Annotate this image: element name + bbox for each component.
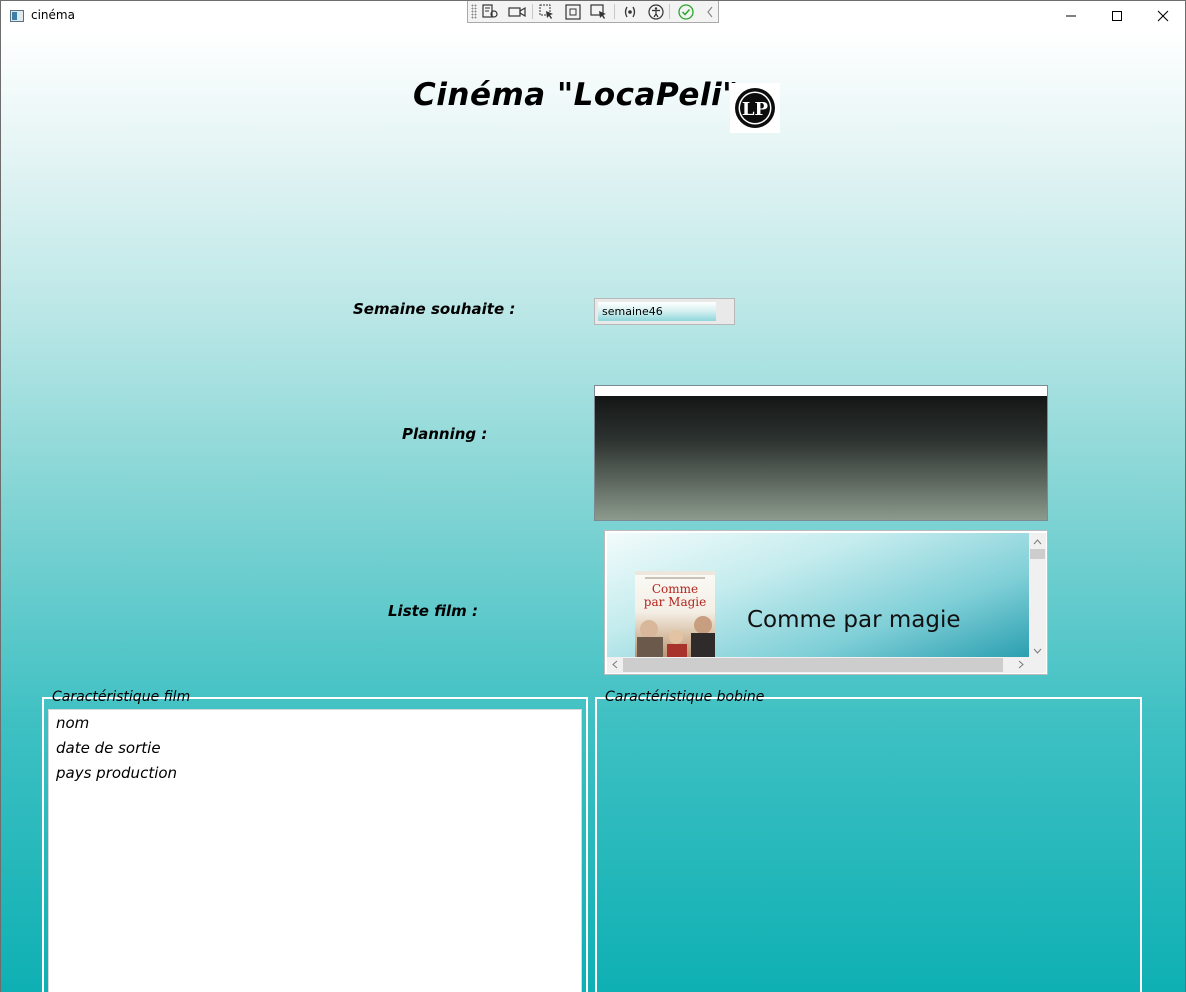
list-item: date de sortie (56, 739, 161, 757)
film-characteristics-legend: Caractéristique film (52, 689, 191, 705)
vertical-scroll-thumb[interactable] (1030, 549, 1045, 559)
live-visual-tree-icon[interactable] (481, 3, 499, 20)
xaml-debug-toolbar (467, 1, 719, 23)
check-icon[interactable] (677, 3, 695, 20)
film-name: Comme par magie (747, 607, 961, 633)
horizontal-scrollbar[interactable] (607, 657, 1029, 673)
planning-content (595, 396, 1047, 520)
week-combobox[interactable]: semaine46 (594, 298, 735, 325)
scroll-up-icon[interactable] (1033, 536, 1042, 547)
maximize-button[interactable] (1094, 1, 1140, 31)
film-poster: Comme par Magie (635, 571, 715, 657)
film-characteristics-group: Caractéristique film nom date de sortie … (42, 689, 588, 992)
page-title: Cinéma "LocaPeli" (413, 77, 739, 113)
poster-title-line2: par Magie (643, 595, 707, 609)
list-item: pays production (56, 764, 178, 782)
horizontal-scroll-thumb[interactable] (623, 658, 1003, 672)
scroll-down-icon[interactable] (1033, 645, 1042, 656)
week-selected-value[interactable]: semaine46 (598, 302, 716, 321)
collapse-chevron-icon[interactable] (701, 3, 719, 20)
binding-failures-icon[interactable] (621, 3, 639, 20)
film-list-label: Liste film : (388, 602, 478, 620)
list-item[interactable]: Comme par Magie Comme par magie (607, 533, 1029, 657)
logo-text: LP (742, 99, 769, 120)
poster-title-line1: Comme (651, 582, 699, 596)
client-area: Cinéma "LocaPeli" LP Semaine souhaite : … (1, 31, 1185, 992)
planning-label: Planning : (402, 425, 488, 443)
scroll-right-icon[interactable] (1018, 660, 1024, 671)
film-characteristics-list[interactable]: nom date de sortie pays production (48, 709, 582, 992)
bobine-characteristics-group: Caractéristique bobine (595, 689, 1142, 992)
minimize-icon (1066, 15, 1076, 17)
track-focus-icon[interactable] (590, 3, 608, 20)
close-icon (1157, 10, 1169, 22)
maximize-icon (1112, 11, 1122, 21)
select-element-icon[interactable] (538, 3, 556, 20)
locapeli-logo: LP (730, 83, 780, 133)
window-title: cinéma (31, 8, 75, 22)
bobine-characteristics-legend: Caractéristique bobine (605, 689, 765, 705)
vertical-scrollbar[interactable] (1029, 533, 1046, 657)
planning-list[interactable] (594, 385, 1048, 521)
toolbar-grip-icon[interactable] (471, 4, 477, 19)
display-layout-adorners-icon[interactable] (564, 3, 582, 20)
accessibility-icon[interactable] (647, 3, 665, 20)
scroll-left-icon[interactable] (612, 660, 618, 671)
film-listbox[interactable]: Comme par Magie Comme par magie (604, 530, 1048, 675)
record-icon[interactable] (508, 3, 526, 20)
list-item: nom (56, 714, 90, 732)
app-window: cinéma Cinéma "LocaPeli" LP Semaine souh… (0, 0, 1186, 992)
title-bar[interactable]: cinéma (1, 1, 1185, 31)
minimize-button[interactable] (1048, 1, 1094, 31)
week-label: Semaine souhaite : (353, 300, 516, 318)
close-button[interactable] (1140, 1, 1185, 31)
app-icon (10, 10, 24, 22)
scroll-corner (1029, 657, 1046, 673)
